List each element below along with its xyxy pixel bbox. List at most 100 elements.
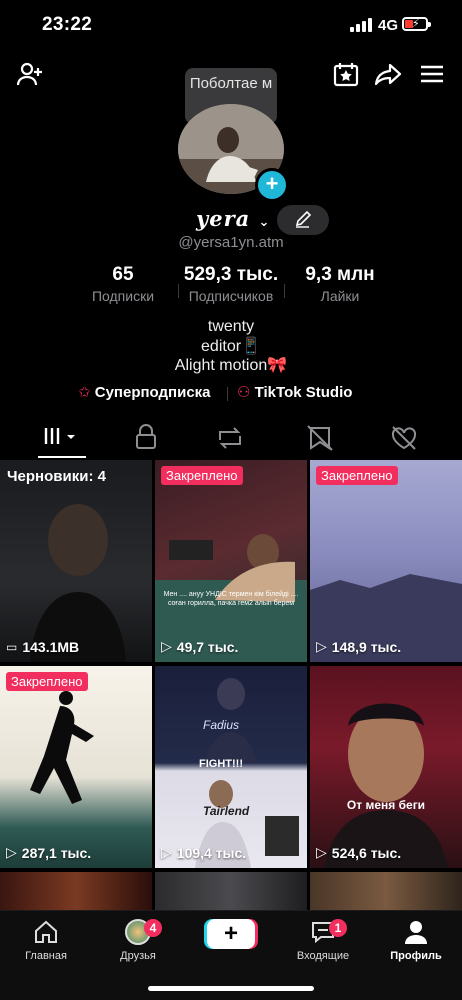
overlay-text: FIGHT!!! bbox=[199, 758, 243, 770]
video-tile[interactable]: Закреплено ▷ 287,1 тыс. bbox=[0, 666, 152, 868]
tab-private[interactable] bbox=[106, 418, 186, 458]
add-friend-icon[interactable] bbox=[16, 60, 44, 88]
chevron-down-icon: ⌄ bbox=[258, 215, 271, 230]
folder-icon: ▭ bbox=[6, 640, 18, 654]
bio-line: twenty bbox=[207, 318, 255, 335]
video-tile[interactable]: Закреплено Мен .... ануу УНДІС термен кі… bbox=[155, 460, 307, 662]
username-switcher[interactable]: yera ⌄ bbox=[196, 206, 270, 231]
play-icon: ▷ bbox=[316, 844, 327, 860]
friends-badge: 4 bbox=[144, 919, 162, 937]
content-tabs bbox=[0, 418, 462, 458]
user-handle: @yersa1yn.atm bbox=[178, 234, 284, 251]
status-time: 23:22 bbox=[42, 14, 93, 35]
create-button[interactable]: + bbox=[204, 919, 258, 949]
favorites-icon[interactable] bbox=[332, 60, 360, 88]
nav-friends[interactable]: Друзья 4 bbox=[98, 917, 178, 962]
view-count: ▷ 524,6 тыс. bbox=[316, 844, 401, 861]
pencil-icon bbox=[295, 210, 312, 228]
stat-label: Подписчиков bbox=[188, 288, 274, 304]
play-icon: ▷ bbox=[161, 844, 172, 860]
play-icon: ▷ bbox=[6, 844, 17, 860]
overlay-text: Tairlend bbox=[203, 804, 250, 818]
video-thumbnail bbox=[324, 703, 448, 868]
view-count: ▷ 109,4 тыс. bbox=[161, 844, 246, 861]
video-caption: Мен .... ануу УНДІС термен кім білейді .… bbox=[163, 591, 299, 607]
tab-liked[interactable] bbox=[364, 418, 444, 458]
network-type: 4G bbox=[378, 17, 399, 34]
super-subscription-link[interactable]: ✩ Суперподписка bbox=[78, 383, 211, 401]
battery-icon: ⚡ bbox=[402, 17, 431, 31]
bookmark-hidden-icon bbox=[307, 425, 333, 451]
tab-favorites[interactable] bbox=[280, 418, 360, 458]
pinned-badge: Закреплено bbox=[6, 672, 88, 691]
signal-icon bbox=[350, 18, 372, 32]
video-grid: Черновики: 4 ▭ 143.1MB Закреплено Мен ..… bbox=[0, 460, 462, 912]
stat-value: 65 bbox=[112, 264, 134, 285]
overlay-text: Fadius bbox=[203, 718, 240, 732]
home-indicator bbox=[148, 986, 314, 991]
link-label: TikTok Studio bbox=[254, 384, 353, 401]
video-tile[interactable]: Закреплено ▷ 148,9 тыс. bbox=[310, 460, 462, 662]
view-count: ▷ 49,7 тыс. bbox=[161, 638, 238, 655]
play-icon: ▷ bbox=[316, 638, 327, 654]
stat-followers[interactable]: 529,3 тыс. Подписчиков bbox=[176, 264, 286, 304]
video-caption: От меня беги bbox=[346, 798, 426, 812]
share-icon[interactable] bbox=[374, 60, 402, 88]
tiktok-studio-link[interactable]: ⚇ TikTok Studio bbox=[237, 383, 352, 401]
views-value: 287,1 тыс. bbox=[21, 844, 92, 861]
plus-icon: + bbox=[207, 919, 255, 949]
profile-links: ✩ Суперподписка ⚇ TikTok Studio bbox=[0, 383, 462, 405]
tab-reposts[interactable] bbox=[190, 418, 270, 458]
repost-icon bbox=[219, 427, 241, 449]
video-tile[interactable] bbox=[155, 872, 307, 912]
stat-value: 529,3 тыс. bbox=[183, 264, 279, 285]
video-thumbnail bbox=[310, 574, 462, 662]
tab-underline bbox=[38, 456, 86, 458]
views-value: 148,9 тыс. bbox=[331, 638, 402, 655]
pinned-badge: Закреплено bbox=[161, 466, 243, 485]
nav-label: Главная bbox=[25, 950, 67, 962]
heart-hidden-icon bbox=[391, 426, 417, 450]
nav-inbox[interactable]: Входящие 1 bbox=[283, 917, 363, 962]
profile-icon bbox=[405, 921, 427, 944]
link-label: Суперподписка bbox=[94, 384, 211, 401]
grid-icon bbox=[44, 428, 75, 444]
bio-line: editor📱 bbox=[201, 338, 261, 355]
play-icon: ▷ bbox=[161, 638, 172, 654]
stat-label: Лайки bbox=[320, 288, 360, 304]
stat-following[interactable]: 65 Подписки bbox=[68, 264, 178, 304]
draft-size: ▭ 143.1MB bbox=[6, 639, 79, 655]
video-thumbnail bbox=[30, 691, 94, 804]
drafts-tile[interactable]: Черновики: 4 ▭ 143.1MB bbox=[0, 460, 152, 662]
nav-label: Профиль bbox=[390, 950, 442, 962]
views-value: 524,6 тыс. bbox=[331, 844, 402, 861]
divider bbox=[227, 387, 228, 401]
video-tile[interactable] bbox=[0, 872, 152, 912]
star-badge-icon: ✩ bbox=[78, 384, 91, 401]
stat-label: Подписки bbox=[91, 288, 155, 304]
stat-likes[interactable]: 9,3 млн Лайки bbox=[285, 264, 395, 304]
video-thumbnail bbox=[155, 534, 307, 662]
video-tile[interactable]: Fadius FIGHT!!! Tairlend ▷ 109,4 тыс. bbox=[155, 666, 307, 868]
stat-value: 9,3 млн bbox=[305, 264, 375, 285]
drafts-label: Черновики: 4 bbox=[7, 468, 106, 485]
tab-videos[interactable] bbox=[20, 418, 100, 458]
nav-profile[interactable]: Профиль bbox=[376, 917, 456, 962]
video-tile[interactable] bbox=[310, 872, 462, 912]
menu-icon[interactable] bbox=[418, 60, 446, 88]
size-value: 143.1MB bbox=[22, 639, 80, 655]
view-count: ▷ 287,1 тыс. bbox=[6, 844, 91, 861]
video-tile[interactable]: От меня беги ▷ 524,6 тыс. bbox=[310, 666, 462, 868]
draft-thumbnail bbox=[30, 504, 126, 662]
username: yera bbox=[196, 206, 251, 231]
nav-home[interactable]: Главная bbox=[6, 917, 86, 962]
views-value: 109,4 тыс. bbox=[176, 844, 247, 861]
view-count: ▷ 148,9 тыс. bbox=[316, 638, 401, 655]
lock-icon bbox=[136, 424, 156, 449]
bio-line: Alight motion🎀 bbox=[174, 357, 288, 374]
nav-label: Друзья bbox=[120, 950, 156, 962]
views-value: 49,7 тыс. bbox=[176, 638, 239, 655]
add-story-icon[interactable]: + bbox=[255, 168, 289, 202]
inbox-badge: 1 bbox=[329, 919, 347, 937]
edit-profile-button[interactable] bbox=[277, 205, 329, 235]
